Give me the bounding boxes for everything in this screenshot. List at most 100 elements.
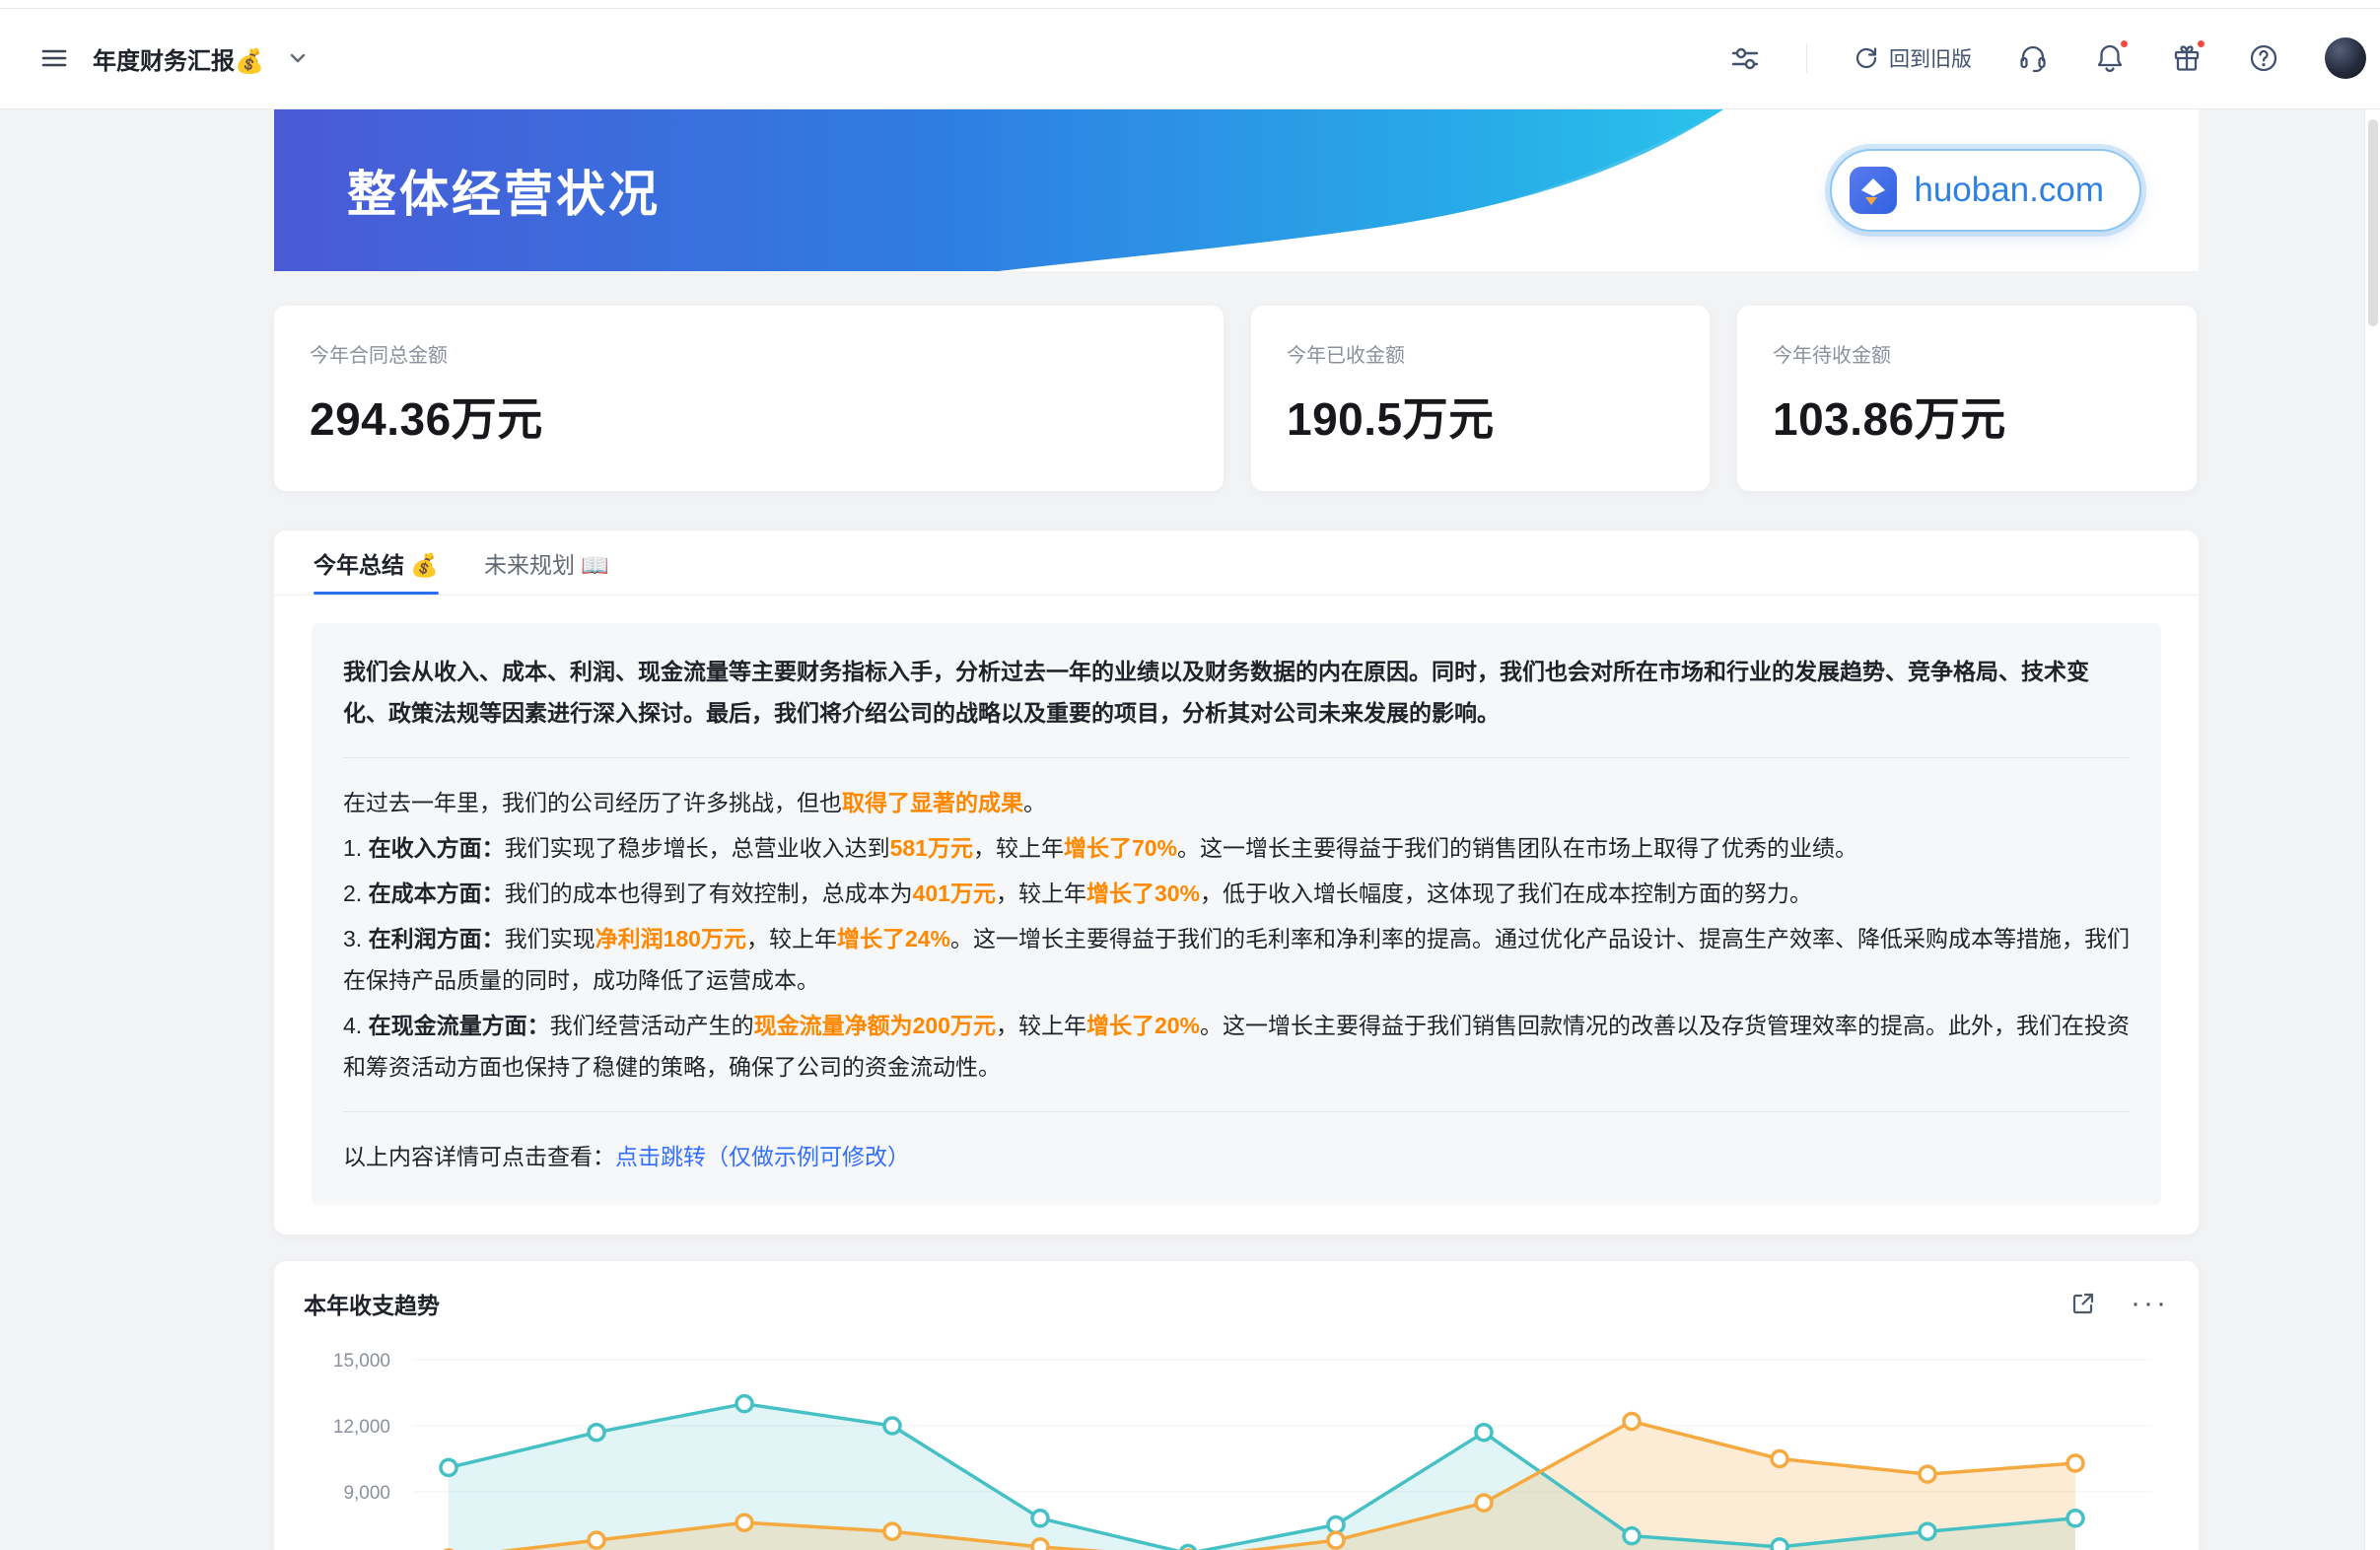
text-segment: 。 (1023, 790, 1046, 815)
notifications-bell-icon[interactable] (2094, 42, 2126, 74)
stat-card-pending: 今年待收金额 103.86万元 (1737, 306, 2197, 491)
text-segment: 增长了24% (837, 926, 950, 951)
chevron-down-icon[interactable] (288, 48, 308, 68)
panel-divider (343, 757, 2130, 758)
chart-header: 本年收支趋势 ··· (274, 1261, 2199, 1320)
app-title[interactable]: 年度财务汇报💰 (93, 41, 264, 76)
text-segment: ，低于收入增长幅度，这体现了我们在成本控制方面的努力。 (1200, 881, 1812, 906)
text-segment: 增长了70% (1064, 835, 1177, 861)
text-segment: 增长了20% (1086, 1013, 1200, 1038)
user-avatar[interactable] (2325, 37, 2366, 79)
text-segment: 现金流量净额为200万元 (754, 1013, 996, 1038)
text-segment: ，较上年 (746, 926, 837, 951)
brand-badge[interactable]: huoban.com (1830, 149, 2141, 232)
text-segment: 我们的成本也得到了有效控制，总成本为 (505, 881, 913, 906)
topbar: 年度财务汇报💰 回到旧版 (0, 0, 2380, 109)
summary-item-profit: 3. 在利润方面：我们实现净利润180万元，较上年增长了24%。这一增长主要得益… (343, 918, 2130, 1001)
summary-item-cashflow: 4. 在现金流量方面：我们经营活动产生的现金流量净额为200万元，较上年增长了2… (343, 1005, 2130, 1088)
summary-card: 今年总结 💰 未来规划 📖 我们会从收入、成本、利润、现金流量等主要财务指标入手… (274, 530, 2199, 1234)
hamburger-menu-icon[interactable] (39, 43, 69, 73)
data-point-支出-11月 (1920, 1466, 1935, 1482)
tab-future-plan[interactable]: 未来规划 📖 (484, 530, 609, 595)
tab-this-year-summary[interactable]: 今年总结 💰 (314, 530, 439, 595)
data-point-收入-9月 (1624, 1528, 1640, 1544)
gift-box-icon[interactable] (2171, 42, 2203, 74)
data-point-支出-7月 (1328, 1532, 1344, 1548)
window-top-divider (0, 8, 2380, 9)
topbar-divider (1806, 43, 1807, 73)
panel-divider (343, 1111, 2130, 1112)
data-point-收入-8月 (1476, 1425, 1492, 1441)
text-segment: ，较上年 (973, 835, 1064, 861)
text-segment: 在利润方面： (369, 926, 505, 951)
data-point-收入-5月 (1032, 1511, 1048, 1526)
text-segment: 401万元 (913, 881, 996, 906)
huoban-logo-icon (1848, 165, 1899, 216)
data-point-收入-2月 (589, 1425, 604, 1441)
text-segment: 4. (343, 1013, 369, 1038)
data-point-收入-7月 (1328, 1517, 1344, 1533)
data-point-支出-4月 (884, 1523, 900, 1539)
text-segment: 3. (343, 926, 369, 951)
help-icon[interactable] (2248, 42, 2279, 74)
stat-card-received: 今年已收金额 190.5万元 (1251, 306, 1710, 491)
data-point-支出-12月 (2067, 1455, 2083, 1471)
support-headset-icon[interactable] (2017, 42, 2049, 74)
tabs-row: 今年总结 💰 未来规划 📖 (274, 530, 2199, 596)
stat-value: 294.36万元 (310, 384, 1188, 449)
summary-footer: 以上内容详情可点击查看：点击跳转（仅做示例可修改） (343, 1136, 2130, 1177)
summary-lead: 在过去一年里，我们的公司经历了许多挑战，但也取得了显著的成果。 (343, 782, 2130, 823)
stat-label: 今年待收金额 (1773, 339, 2161, 368)
text-segment: 在过去一年里，我们的公司经历了许多挑战，但也 (343, 790, 842, 815)
text-segment: ，较上年 (996, 881, 1086, 906)
data-point-收入-3月 (736, 1396, 752, 1412)
summary-panel: 我们会从收入、成本、利润、现金流量等主要财务指标入手，分析过去一年的业绩以及财务… (312, 623, 2161, 1205)
stat-value: 103.86万元 (1773, 384, 2161, 449)
stat-value: 190.5万元 (1287, 384, 1674, 449)
text-segment: 2. (343, 881, 369, 906)
data-point-收入-4月 (884, 1418, 900, 1434)
text-segment: 增长了30% (1086, 881, 1200, 906)
restore-icon (1853, 44, 1880, 72)
adjust-settings-icon[interactable] (1729, 42, 1761, 74)
text-segment: 我们实现了稳步增长，总营业收入达到 (505, 835, 890, 861)
trend-chart-card: 15,00012,0009,0006,0003,0000 本年收支趋势 ··· (274, 1261, 2199, 1550)
data-point-收入-10月 (1772, 1539, 1787, 1550)
summary-intro: 我们会从收入、成本、利润、现金流量等主要财务指标入手，分析过去一年的业绩以及财务… (343, 651, 2130, 734)
stat-cards-row: 今年合同总金额 294.36万元 今年已收金额 190.5万元 今年待收金额 1… (274, 306, 2199, 491)
jump-link[interactable]: 点击跳转（仅做示例可修改） (615, 1144, 910, 1169)
page-scrollbar[interactable] (2364, 109, 2380, 1550)
data-point-支出-2月 (589, 1532, 604, 1548)
stat-label: 今年已收金额 (1287, 339, 1674, 368)
text-segment: 在现金流量方面： (369, 1013, 550, 1038)
svg-text:12,000: 12,000 (333, 1417, 390, 1438)
stat-card-contract-total: 今年合同总金额 294.36万元 (274, 306, 1224, 491)
main-content: 整体经营状况 huoban.com 今年合同总金额 (0, 109, 2364, 1550)
text-segment: ，较上年 (996, 1013, 1086, 1038)
export-icon[interactable] (2069, 1290, 2097, 1317)
text-segment: 我们经营活动产生的 (550, 1013, 754, 1038)
data-point-收入-1月 (441, 1459, 456, 1475)
data-point-支出-5月 (1032, 1539, 1048, 1550)
text-segment: 在成本方面： (369, 881, 505, 906)
gift-badge (2196, 38, 2206, 49)
back-to-old-version-label: 回到旧版 (1889, 43, 1972, 73)
data-point-支出-10月 (1772, 1451, 1787, 1467)
text-segment: 。这一增长主要得益于我们的销售团队在市场上取得了优秀的业绩。 (1177, 835, 1857, 861)
stat-label: 今年合同总金额 (310, 339, 1188, 368)
notification-badge (2119, 38, 2130, 49)
data-point-支出-3月 (736, 1515, 752, 1530)
summary-item-cost: 2. 在成本方面：我们的成本也得到了有效控制，总成本为401万元，较上年增长了3… (343, 873, 2130, 914)
data-point-收入-11月 (1920, 1523, 1935, 1539)
svg-text:9,000: 9,000 (343, 1483, 390, 1504)
more-options-icon[interactable]: ··· (2131, 1299, 2169, 1308)
text-segment: 取得了显著的成果 (842, 790, 1023, 815)
text-segment: 581万元 (890, 835, 973, 861)
back-to-old-version-button[interactable]: 回到旧版 (1853, 43, 1972, 73)
scrollbar-thumb[interactable] (2368, 119, 2378, 326)
data-point-收入-12月 (2067, 1511, 2083, 1526)
text-segment: 净利润180万元 (595, 926, 746, 951)
text-segment: 1. (343, 835, 369, 861)
data-point-支出-9月 (1624, 1414, 1640, 1430)
banner-title: 整体经营状况 (347, 155, 661, 226)
